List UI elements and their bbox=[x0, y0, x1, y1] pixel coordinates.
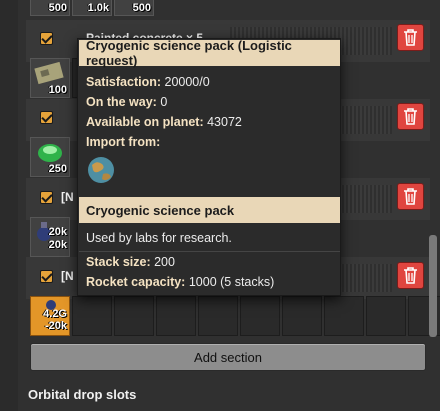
tooltip-title: Cryogenic science pack (Logistic request… bbox=[79, 38, 340, 68]
empty-slot[interactable] bbox=[282, 296, 322, 336]
orbital-drop-slots-heading: Orbital drop slots bbox=[28, 387, 137, 402]
empty-slot[interactable] bbox=[114, 296, 154, 336]
import-from-label: Import from: bbox=[86, 135, 161, 149]
slot[interactable]: 500 bbox=[30, 0, 70, 16]
delete-section-button[interactable] bbox=[397, 262, 424, 289]
trash-icon bbox=[404, 267, 417, 284]
green-module-slot[interactable]: 250 bbox=[30, 137, 70, 177]
rocket-capacity-value: 1000 (5 stacks) bbox=[188, 275, 275, 289]
delete-section-button[interactable] bbox=[397, 24, 424, 51]
stack-size-row: Stack size: 200 bbox=[86, 255, 175, 269]
available-value: 43072 bbox=[207, 115, 242, 129]
slot-count: 20k bbox=[48, 226, 67, 238]
rocket-capacity-row: Rocket capacity: 1000 (5 stacks) bbox=[86, 275, 274, 289]
section-enabled-checkbox[interactable] bbox=[40, 32, 53, 45]
on-the-way-label: On the way: bbox=[86, 95, 157, 109]
slot-count: -20k bbox=[44, 320, 67, 332]
slot-count: 100 bbox=[48, 84, 67, 96]
section-enabled-checkbox[interactable] bbox=[40, 111, 53, 124]
satisfaction-label: Satisfaction: bbox=[86, 75, 162, 89]
slot-count: 4.2G bbox=[43, 308, 67, 320]
rocket-capacity-label: Rocket capacity: bbox=[86, 275, 186, 289]
add-section-button[interactable]: Add section bbox=[30, 343, 426, 371]
slot-count: 500 bbox=[132, 2, 151, 14]
item-tooltip: Cryogenic science pack (Logistic request… bbox=[77, 38, 341, 296]
scrollbar[interactable] bbox=[429, 235, 437, 337]
section-enabled-checkbox[interactable] bbox=[40, 270, 53, 283]
section-slot-row: 4.2G -20k bbox=[30, 296, 440, 336]
stack-size-label: Stack size: bbox=[86, 255, 151, 269]
delete-section-button[interactable] bbox=[397, 103, 424, 130]
concrete-slot[interactable]: 100 bbox=[30, 58, 70, 98]
tooltip-divider bbox=[79, 251, 340, 252]
green-module-icon bbox=[38, 144, 62, 162]
import-from-row: Import from: bbox=[86, 135, 160, 149]
slot[interactable]: 1.0k bbox=[72, 0, 112, 16]
slot-count: 250 bbox=[48, 163, 67, 175]
stack-size-value: 200 bbox=[154, 255, 175, 269]
section-enabled-checkbox[interactable] bbox=[40, 191, 53, 204]
empty-slot[interactable] bbox=[324, 296, 364, 336]
empty-slot[interactable] bbox=[240, 296, 280, 336]
empty-slot[interactable] bbox=[72, 296, 112, 336]
concrete-icon bbox=[34, 61, 64, 85]
slot-count: 20k bbox=[48, 239, 67, 251]
available-label: Available on planet: bbox=[86, 115, 204, 129]
available-row: Available on planet: 43072 bbox=[86, 115, 242, 129]
trash-icon bbox=[404, 188, 417, 205]
section-label: [N bbox=[61, 190, 74, 204]
empty-slot[interactable] bbox=[198, 296, 238, 336]
section-slot-row: 250 bbox=[30, 137, 70, 177]
add-section-label: Add section bbox=[194, 349, 262, 365]
on-the-way-value: 0 bbox=[160, 95, 168, 109]
trash-icon bbox=[404, 29, 417, 46]
top-slot-row: 500 1.0k 500 bbox=[30, 0, 154, 16]
slot-count: 1.0k bbox=[87, 2, 109, 14]
planet-icon bbox=[88, 157, 114, 183]
empty-slot[interactable] bbox=[156, 296, 196, 336]
satisfaction-value: 20000/0 bbox=[164, 75, 210, 89]
slot-count: 500 bbox=[48, 2, 67, 14]
item-description: Used by labs for research. bbox=[86, 231, 232, 245]
satisfaction-row: Satisfaction: 20000/0 bbox=[86, 75, 210, 89]
empty-slot[interactable] bbox=[366, 296, 406, 336]
on-the-way-row: On the way: 0 bbox=[86, 95, 167, 109]
selected-slot[interactable]: 4.2G -20k bbox=[30, 296, 70, 336]
cryogenic-science-pack-slot[interactable]: 20k 20k bbox=[30, 217, 70, 257]
section-slot-row: 20k 20k bbox=[30, 217, 70, 257]
section-label: [N bbox=[61, 269, 74, 283]
slot[interactable]: 500 bbox=[114, 0, 154, 16]
delete-section-button[interactable] bbox=[397, 183, 424, 210]
trash-icon bbox=[404, 108, 417, 125]
tooltip-item-title: Cryogenic science pack bbox=[79, 197, 340, 223]
